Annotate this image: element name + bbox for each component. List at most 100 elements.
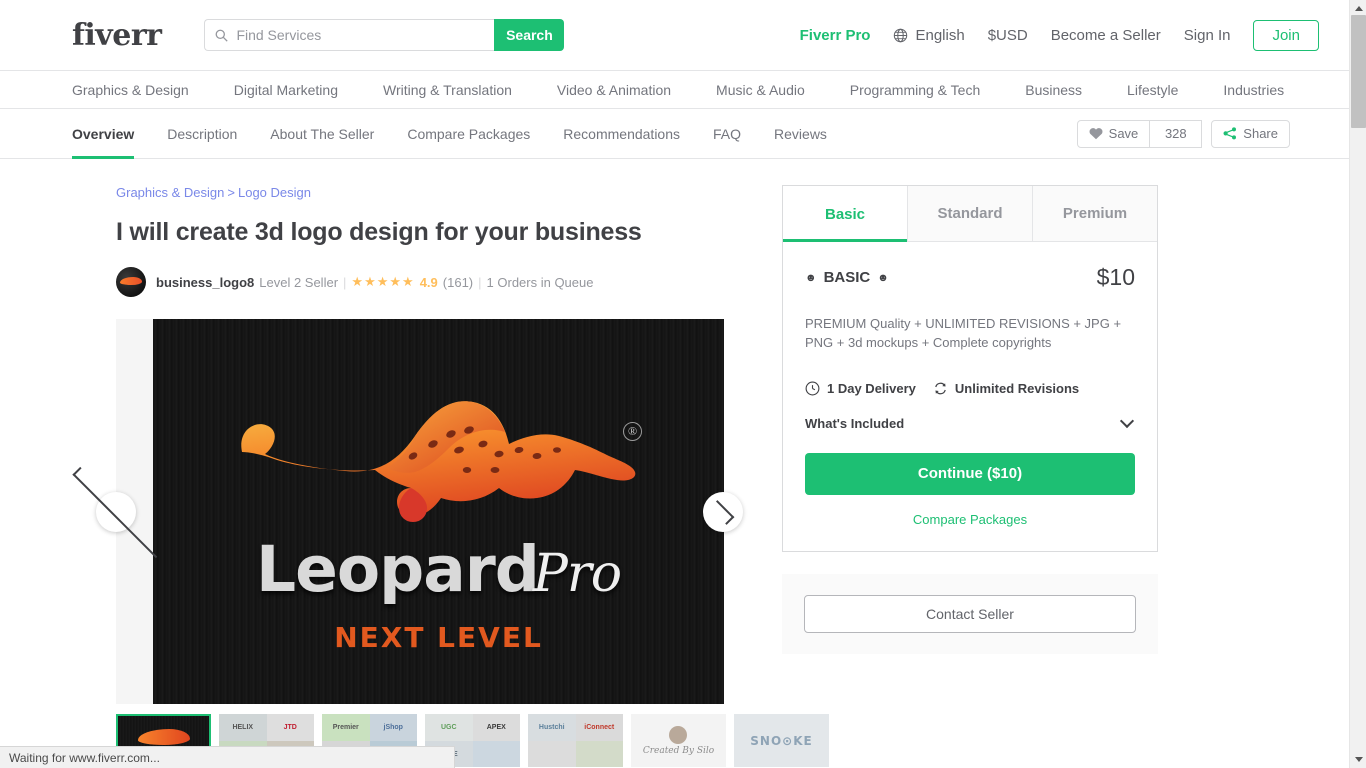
category-industries[interactable]: Industries [1223,82,1284,98]
gallery-brand-name: Leopard [255,533,540,607]
package-tab-premium[interactable]: Premium [1032,186,1157,242]
save-count[interactable]: 328 [1150,119,1203,148]
whats-included-toggle[interactable]: What's Included [805,414,1135,431]
search-input[interactable] [236,27,477,43]
currency-selector[interactable]: $USD [988,27,1028,44]
leopard-logo-icon [241,401,636,523]
share-button[interactable]: Share [1211,119,1290,148]
rating-count: (161) [442,274,474,290]
chevron-left-icon [71,466,164,558]
breadcrumb-parent[interactable]: Graphics & Design [116,185,224,200]
delivery-label: 1 Day Delivery [827,380,916,396]
thumb-cell [472,740,520,768]
gallery-tagline: NEXT LEVEL [334,621,543,655]
smiley-right-icon: ☻ [877,271,889,284]
package-tabs: Basic Standard Premium [783,186,1157,242]
tab-description[interactable]: Description [167,109,237,159]
registered-trademark-icon: ® [623,422,642,442]
triangle-down-icon [1354,757,1363,762]
compare-packages-link[interactable]: Compare Packages [805,512,1135,527]
save-button[interactable]: Save [1076,119,1151,148]
gallery-prev-button[interactable] [71,466,164,558]
seller-name[interactable]: business_logo8 [156,275,254,290]
package-name: BASIC [823,269,871,286]
whats-included-label: What's Included [805,415,905,431]
package-header: ☻ BASIC ☻ $10 [805,264,1135,291]
revisions-label: Unlimited Revisions [954,380,1080,396]
seller-meta: business_logo8 Level 2 Seller | ★★★★★ 4.… [156,274,593,290]
seller-level: Level 2 Seller [259,274,339,290]
become-a-seller-link[interactable]: Become a Seller [1051,27,1161,44]
thumb-inner: Created By Silo [642,725,715,756]
status-bar: Waiting for www.fiverr.com... [0,746,455,768]
save-label: Save [1108,126,1139,141]
globe-icon [894,28,908,42]
thumb-cell: APEX [472,714,520,741]
scrollbar-thumb[interactable] [1351,15,1366,128]
category-lifestyle[interactable]: Lifestyle [1127,82,1178,98]
search-bar: Search [204,19,565,51]
category-business[interactable]: Business [1025,82,1082,98]
thumbnail-created-by-silo[interactable]: Created By Silo [631,714,726,768]
thumb-cell [575,740,623,768]
thumb-cell: Hustchi [528,714,576,741]
heart-icon [1089,128,1103,140]
tab-about-the-seller[interactable]: About The Seller [270,109,374,159]
thumb-script-label: Created By Silo [642,745,715,756]
continue-button[interactable]: Continue ($10) [805,452,1135,495]
browser-page: fiverr Search Fiverr Pro [0,0,1366,768]
join-button[interactable]: Join [1253,19,1319,51]
thumbnail-snooke[interactable]: SNO⊙KE [734,714,829,768]
gig-gallery: ® LeopardPro NEXT LEVEL [71,319,743,705]
language-selector[interactable]: English [893,26,965,44]
scroll-down-button[interactable] [1350,751,1366,768]
fiverr-logo[interactable]: fiverr [72,18,162,53]
star-rating-icon: ★★★★★ [351,274,415,290]
fiverr-pro-link[interactable]: Fiverr Pro [800,27,871,44]
rating-value: 4.9 [419,274,438,290]
category-graphics-design[interactable]: Graphics & Design [72,82,189,98]
sign-in-link[interactable]: Sign In [1184,27,1231,44]
revisions: Unlimited Revisions [933,381,1079,396]
thumb-cell: UGC [425,714,473,741]
search-button[interactable]: Search [494,19,565,51]
site-header: fiverr Search Fiverr Pro [0,0,1349,71]
category-writing-translation[interactable]: Writing & Translation [383,82,512,98]
breadcrumb-separator: > [227,185,235,200]
gig-tabs-bar: Overview Description About The Seller Co… [0,109,1349,159]
category-video-animation[interactable]: Video & Animation [557,82,671,98]
tab-recommendations[interactable]: Recommendations [563,109,680,159]
gig-actions: Save 328 Share [1076,119,1290,148]
contact-seller-button[interactable]: Contact Seller [804,594,1136,633]
search-box[interactable] [204,19,495,51]
category-music-audio[interactable]: Music & Audio [716,82,805,98]
vertical-scrollbar[interactable] [1349,0,1366,768]
tab-overview[interactable]: Overview [72,109,135,159]
language-label: English [915,26,965,44]
header-right-nav: Fiverr Pro English $USD Become a Seller … [800,19,1319,51]
tab-faq[interactable]: FAQ [713,109,741,159]
category-programming-tech[interactable]: Programming & Tech [850,82,980,98]
gig-left-column: Graphics & Design > Logo Design I will cre… [0,185,829,768]
delivery-time: 1 Day Delivery [805,381,916,396]
thumb-cell: Premier [322,714,370,741]
gig-right-column: Basic Standard Premium ☻ BASIC ☻ $10 PRE… [760,185,1200,767]
gallery-brand-text: LeopardPro [153,533,724,606]
meta-divider-2: | [478,274,482,290]
avatar-leopard-icon [120,277,142,286]
smiley-left-icon: ☻ [805,271,817,284]
gallery-next-button[interactable] [703,492,743,533]
clock-icon [805,381,820,396]
category-digital-marketing[interactable]: Digital Marketing [234,82,338,98]
thumbnail-hustchi-iconnect[interactable]: Hustchi iConnect [528,714,623,768]
gallery-main-image[interactable]: ® LeopardPro NEXT LEVEL [153,319,724,705]
thumbnail-leopard-icon [137,728,190,745]
package-tab-basic[interactable]: Basic [783,186,907,242]
thumb-cell: iConnect [575,714,623,741]
breadcrumb-child[interactable]: Logo Design [238,185,311,200]
avatar[interactable] [116,267,146,298]
tab-compare-packages[interactable]: Compare Packages [407,109,530,159]
tab-reviews[interactable]: Reviews [774,109,827,159]
package-tab-standard[interactable]: Standard [907,186,1032,242]
gallery-brand-suffix: Pro [532,544,622,605]
